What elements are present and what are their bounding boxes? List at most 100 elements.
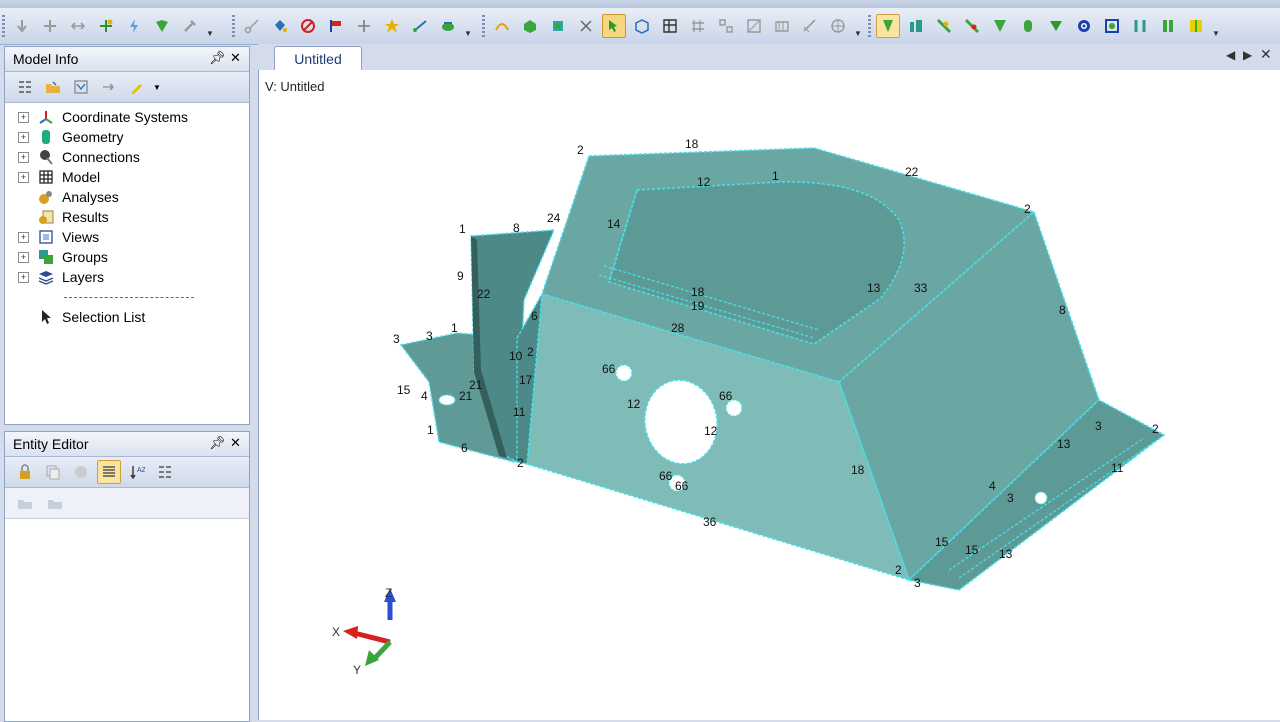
move-item-icon[interactable] [97,75,121,99]
leaf-view-icon[interactable] [1044,14,1068,38]
edge-id-label: 3 [1095,419,1102,433]
list-view-icon[interactable] [97,460,121,484]
mesh-sweep-icon[interactable] [798,14,822,38]
expand-toggle[interactable]: + [18,271,29,283]
paint-bucket-icon[interactable] [268,14,292,38]
edge-tool-icon[interactable] [408,14,432,38]
tree-item-views[interactable]: + Views [5,227,249,247]
curve-tool-icon[interactable] [490,14,514,38]
quad-mesh-icon[interactable] [714,14,738,38]
panel-view-icon[interactable] [1156,14,1180,38]
sort-icon[interactable]: AZ [125,460,149,484]
split-arrows-icon[interactable] [352,14,376,38]
folder-icon[interactable] [43,491,67,515]
edge-id-label: 66 [675,479,689,493]
split-view-icon[interactable] [1184,14,1208,38]
small-hole[interactable] [1034,491,1048,505]
toolbar-overflow-chevron[interactable]: ▼ [206,14,214,38]
close-document-icon[interactable]: ✕ [1260,46,1272,63]
mesh-radial-icon[interactable] [826,14,850,38]
tree-item-coordinate-systems[interactable]: + Coordinate Systems [5,107,249,127]
gray-tool-icon[interactable] [178,14,202,38]
box-view-icon[interactable] [1100,14,1124,38]
bracket-view-icon[interactable] [1128,14,1152,38]
filter-icon[interactable] [69,75,93,99]
toolbar-overflow-chevron[interactable]: ▼ [464,14,472,38]
solid-tool-icon[interactable] [518,14,542,38]
highlight-pen-icon[interactable] [125,75,149,99]
triad-x-label: X [332,625,340,639]
cylinder-view-icon[interactable] [1016,14,1040,38]
small-hole[interactable] [438,394,456,406]
expand-toggle[interactable]: + [18,151,29,163]
lock-icon[interactable] [13,460,37,484]
hash-grid-icon[interactable] [686,14,710,38]
pin-icon[interactable]: 📌︎ [209,435,226,451]
entity-editor-toolbar: AZ [5,457,249,488]
target-view-icon[interactable] [1072,14,1096,38]
expand-toggle[interactable]: + [18,131,29,143]
tree-view-icon[interactable] [13,75,37,99]
green-shape-icon[interactable] [150,14,174,38]
mesh-map-icon[interactable] [770,14,794,38]
folder-open-icon[interactable] [13,491,37,515]
tree-item-model[interactable]: + Model [5,167,249,187]
bracket-model[interactable] [399,147,1166,591]
pin-icon[interactable]: 📌︎ [209,50,226,66]
surface-tool-icon[interactable] [436,14,460,38]
copy-icon[interactable] [41,460,65,484]
toolbar-overflow-chevron[interactable]: ▼ [1212,14,1220,38]
move-arrows-icon[interactable] [66,14,90,38]
select-face-icon[interactable] [602,14,626,38]
surface-view-icon[interactable] [988,14,1012,38]
tree-item-layers[interactable]: + Layers [5,267,249,287]
shaded-view-icon[interactable] [876,14,900,38]
tab-next-icon[interactable]: ▶ [1243,48,1252,62]
plus-cross-icon[interactable] [38,14,62,38]
tree-item-geometry[interactable]: + Geometry [5,127,249,147]
element-view-icon[interactable] [960,14,984,38]
line-tool-icon[interactable] [574,14,598,38]
close-icon[interactable]: ✕ [230,435,241,451]
apply-icon[interactable] [69,460,93,484]
delete-circle-icon[interactable] [296,14,320,38]
expand-toggle[interactable]: + [18,171,29,183]
small-hole[interactable] [615,364,633,382]
edge-id-label: 15 [965,543,979,557]
expand-toggle[interactable]: + [18,231,29,243]
triad-z-label: Z [385,586,392,600]
edge-id-label: 33 [914,281,928,295]
expand-toggle[interactable]: + [18,251,29,263]
tree-item-analyses[interactable]: Analyses [5,187,249,207]
lightning-icon[interactable] [122,14,146,38]
close-icon[interactable]: ✕ [230,50,241,66]
folder-up-icon[interactable] [41,75,65,99]
categorize-icon[interactable] [153,460,177,484]
tree-item-groups[interactable]: + Groups [5,247,249,267]
star-node-icon[interactable] [380,14,404,38]
tree-item-connections[interactable]: + Connections [5,147,249,167]
tab-prev-icon[interactable]: ◀ [1226,48,1235,62]
tree-item-results[interactable]: Results [5,207,249,227]
expand-toggle[interactable]: + [18,111,29,123]
mesh-grid-icon[interactable] [658,14,682,38]
mesh-edit-icon[interactable] [742,14,766,38]
add-point-icon[interactable] [94,14,118,38]
model-canvas[interactable]: 2 1812 1 22224 14819226313 331819283121210661… [259,70,1280,720]
graphics-viewport[interactable]: V: Untitled 2 18 12 1 22 2 24 14 8 1 9 2… [258,70,1280,720]
cylinder-tool-icon[interactable] [546,14,570,38]
arrow-down-icon[interactable] [10,14,34,38]
node-view-icon[interactable] [932,14,956,38]
flag-icon[interactable] [324,14,348,38]
groups-icon [37,249,55,265]
model-view-icon[interactable] [904,14,928,38]
toolbar-overflow-chevron[interactable]: ▼ [854,14,862,38]
tree-item-selection-list[interactable]: Selection List [5,307,249,327]
model-info-toolbar: ▼ [5,72,249,103]
model-info-panel: Model Info 📌︎ ✕ ▼ + Coordinate Systems +… [4,46,250,425]
edge-id-label: 13 [867,281,881,295]
tab-untitled[interactable]: Untitled [274,46,362,71]
scissors-icon[interactable] [240,14,264,38]
dropdown-arrow-icon[interactable]: ▼ [153,83,161,92]
mesh-cube-icon[interactable] [630,14,654,38]
